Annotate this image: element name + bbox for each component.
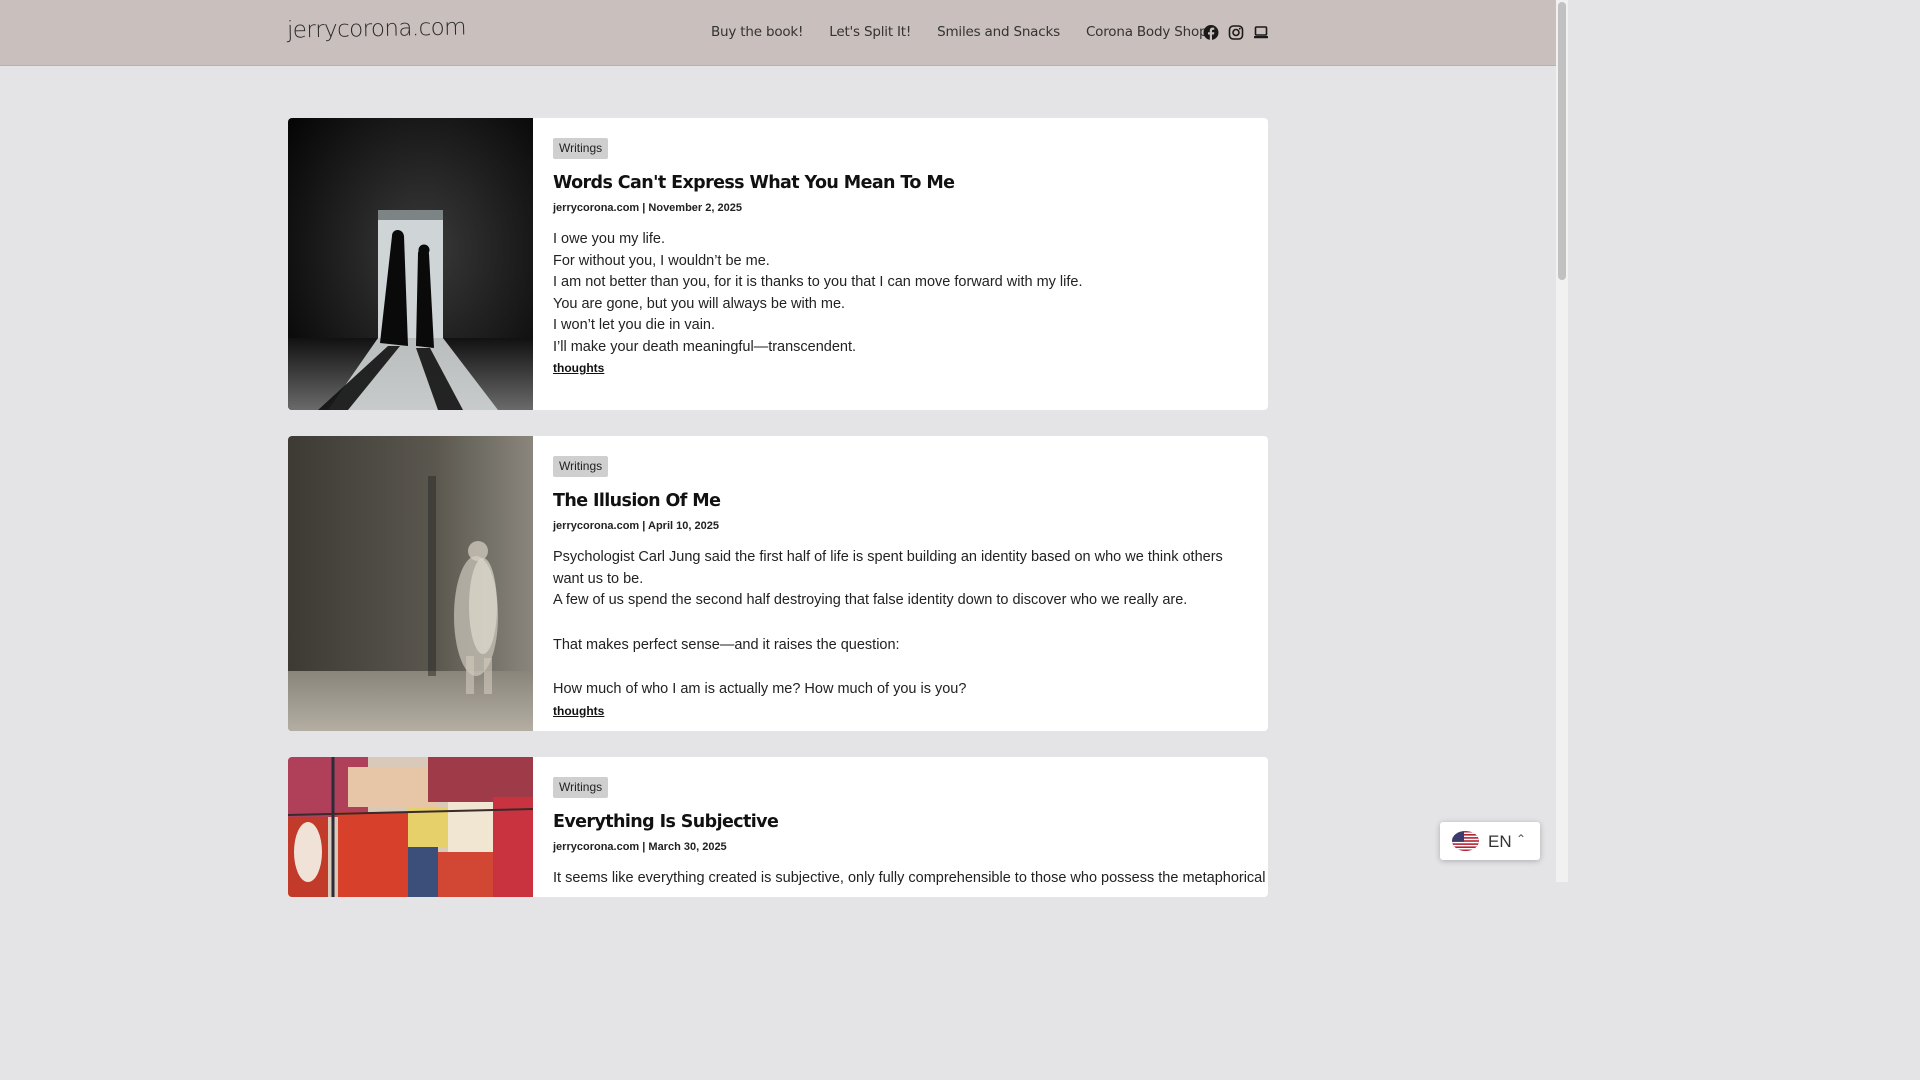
category-badge[interactable]: Writings: [553, 138, 609, 159]
post-content: Writings Words Can't Express What You Me…: [553, 138, 1248, 377]
post-date: November 2, 2025: [648, 202, 742, 214]
post-content: Writings The Illusion Of Me jerrycorona.…: [553, 456, 1248, 720]
laptop-icon[interactable]: [1253, 24, 1269, 41]
excerpt-line: I’ll make your death meaningful—transcen…: [553, 338, 857, 355]
language-code: EN: [1488, 832, 1512, 851]
site-logo[interactable]: jerrycorona.com: [287, 14, 466, 43]
post-thumbnail[interactable]: [288, 757, 533, 897]
us-flag-icon: [1452, 831, 1479, 851]
nav-smiles-snacks[interactable]: Smiles and Snacks: [937, 24, 1060, 40]
post-title[interactable]: The Illusion Of Me: [553, 490, 1248, 512]
excerpt-line: I owe you my life.: [553, 231, 666, 247]
social-links: [1203, 24, 1269, 41]
post-content: Writings Everything Is Subjective jerryc…: [553, 777, 1268, 890]
post-date: April 10, 2025: [648, 520, 719, 532]
post-excerpt: Psychologist Carl Jung said the first ha…: [553, 547, 1248, 701]
post-meta: jerrycorona.com | March 30, 2025: [553, 841, 727, 853]
post-excerpt: I owe you my life. For without you, I wo…: [553, 229, 1248, 358]
post-date: March 30, 2025: [648, 841, 727, 853]
category-badge[interactable]: Writings: [553, 777, 609, 798]
excerpt-line: How much of who I am is actually me? How…: [553, 681, 967, 697]
post-thumbnail[interactable]: [288, 118, 533, 410]
chevron-up-icon: ⌃: [1516, 832, 1527, 846]
nav-corona-body-shop[interactable]: Corona Body Shop: [1086, 24, 1208, 40]
post-title[interactable]: Everything Is Subjective: [553, 811, 1248, 833]
post-author[interactable]: jerrycorona.com: [553, 520, 639, 532]
excerpt-line: I won’t let you die in vain.: [553, 317, 716, 333]
post-meta: jerrycorona.com | April 10, 2025: [553, 520, 719, 532]
post-author[interactable]: jerrycorona.com: [553, 202, 639, 214]
excerpt-line: It seems like everything created is subj…: [553, 870, 1268, 886]
facebook-icon[interactable]: [1203, 24, 1219, 41]
post-meta: jerrycorona.com | November 2, 2025: [553, 202, 742, 214]
excerpt-line: A few of us spend the second half destro…: [553, 592, 1188, 608]
main-nav: Buy the book! Let's Split It! Smiles and…: [711, 24, 1208, 40]
excerpt-line: For without you, I wouldn’t be me.: [553, 252, 770, 269]
instagram-icon[interactable]: [1228, 24, 1244, 41]
post-title[interactable]: Words Can't Express What You Mean To Me: [553, 172, 1248, 194]
category-badge[interactable]: Writings: [553, 456, 609, 477]
site-header: jerrycorona.com Buy the book! Let's Spli…: [0, 0, 1556, 66]
post-tag-link[interactable]: thoughts: [553, 361, 604, 375]
language-switcher[interactable]: EN ⌃: [1440, 822, 1540, 860]
excerpt-line: Psychologist Carl Jung said the first ha…: [553, 549, 1223, 587]
post-tag-link[interactable]: thoughts: [553, 704, 604, 718]
post-card: Writings The Illusion Of Me jerrycorona.…: [288, 436, 1268, 731]
post-author[interactable]: jerrycorona.com: [553, 841, 639, 853]
page-scrollbar[interactable]: [1556, 0, 1568, 882]
post-excerpt: It seems like everything created is subj…: [553, 868, 1268, 890]
post-card: Writings Words Can't Express What You Me…: [288, 118, 1268, 410]
excerpt-line: I am not better than you, for it is than…: [553, 274, 1083, 290]
excerpt-line: That makes perfect sense—and it raises t…: [553, 636, 900, 653]
post-card: Writings Everything Is Subjective jerryc…: [288, 757, 1268, 897]
post-thumbnail[interactable]: [288, 436, 533, 731]
excerpt-line: You are gone, but you will always be wit…: [553, 295, 846, 312]
scrollbar-thumb[interactable]: [1558, 2, 1566, 280]
nav-lets-split-it[interactable]: Let's Split It!: [829, 24, 911, 40]
nav-buy-book[interactable]: Buy the book!: [711, 24, 803, 40]
